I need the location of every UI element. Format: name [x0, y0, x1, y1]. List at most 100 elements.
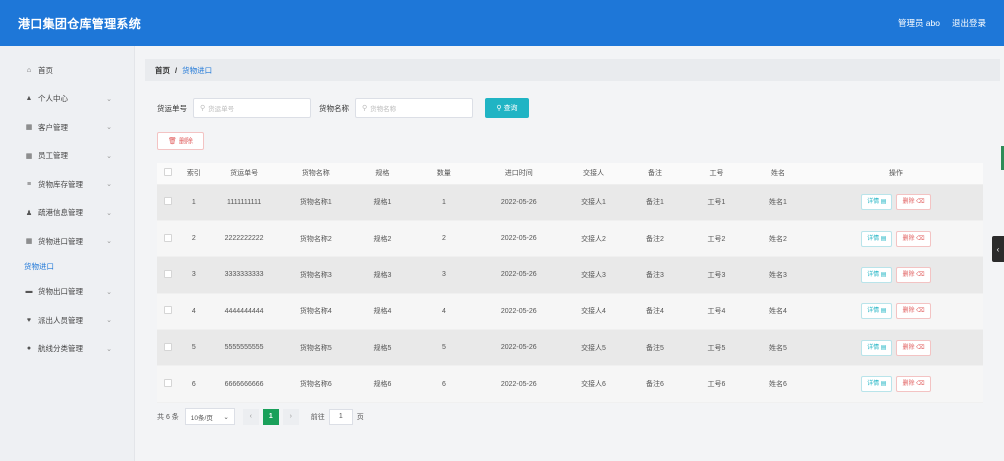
- detail-button[interactable]: 详情 ▤: [861, 230, 893, 247]
- search-icon: ⚲: [496, 105, 502, 112]
- import-table: 索引 货运单号 货物名称 规格 数量 进口时间 交接人 备注 工号 姓名 操作 1 111111111…: [157, 163, 983, 403]
- grid-icon: ▦: [25, 238, 33, 246]
- breadcrumb-separator: /: [175, 65, 178, 75]
- chevron-down-icon: ⌄: [106, 345, 112, 353]
- table-cell: 3333333333: [208, 256, 280, 294]
- table-cell: 2022-05-26: [474, 293, 563, 331]
- row-delete-button[interactable]: 删除 ⌫: [896, 376, 931, 393]
- table-cell: 3: [413, 256, 475, 294]
- column-header: 索引: [179, 163, 209, 185]
- goods-name-input[interactable]: ⚲ 货物名称: [355, 98, 473, 118]
- collapse-tab[interactable]: ‹: [992, 236, 1004, 262]
- table-cell: 交接人3: [562, 256, 625, 294]
- detail-button[interactable]: 详情 ▤: [861, 194, 893, 211]
- table-cell: 交接人2: [562, 220, 625, 258]
- table-cell: 规格4: [351, 293, 414, 331]
- detail-button[interactable]: 详情 ▤: [861, 376, 893, 393]
- table-cell: 2022-05-26: [474, 256, 563, 294]
- chevron-down-icon: ⌄: [106, 238, 112, 246]
- sidebar-item[interactable]: ≡ 货物库存管理 ⌄: [0, 170, 134, 199]
- table-cell: 交接人1: [562, 184, 625, 221]
- chevron-down-icon: ⌄: [106, 209, 112, 217]
- detail-button[interactable]: 详情 ▤: [861, 339, 893, 356]
- table-row: 1 1111111111 货物名称1 规格1 1 2022-05-26 交接人1 备注1 工号1…: [157, 184, 983, 221]
- table-cell: 姓名2: [747, 220, 809, 258]
- goto-page-input[interactable]: 1: [328, 408, 353, 425]
- search-icon: ⚲: [200, 105, 206, 112]
- goods-name-label: 货物名称: [319, 103, 349, 113]
- detail-button[interactable]: 详情 ▤: [861, 303, 893, 320]
- detail-label: 详情: [867, 235, 880, 242]
- table-cell: 姓名1: [747, 184, 809, 221]
- row-delete-button[interactable]: 删除 ⌫: [896, 266, 931, 283]
- page-number-button[interactable]: 1: [262, 408, 279, 425]
- sidebar-item[interactable]: ▦ 货物进口管理 ⌄: [0, 227, 134, 256]
- column-header[interactable]: [157, 163, 180, 185]
- document-icon: ▤: [879, 235, 887, 242]
- delete-label: 删除: [902, 308, 915, 315]
- pagination: 共 6 条 10条/页 ⌄ ‹ 1 › 前往 1 页: [157, 408, 364, 425]
- next-page-button[interactable]: ›: [282, 408, 299, 425]
- table-cell: 货物名称1: [279, 184, 352, 221]
- row-actions: 详情 ▤ 删除 ⌫: [808, 293, 983, 331]
- batch-delete-button[interactable]: 🗑 删除: [157, 132, 204, 150]
- delete-label: 删除: [902, 344, 915, 351]
- chevron-down-icon: ⌄: [106, 181, 112, 189]
- row-checkbox[interactable]: [164, 233, 173, 242]
- table-cell: 规格3: [351, 256, 414, 294]
- sidebar-item[interactable]: ▬ 货物出口管理 ⌄: [0, 278, 134, 307]
- table-cell: 工号2: [685, 220, 748, 258]
- table-cell: 1111111111: [208, 184, 280, 221]
- breadcrumb-home[interactable]: 首页: [155, 65, 170, 76]
- row-checkbox[interactable]: [164, 269, 173, 278]
- table-cell: 备注3: [624, 256, 686, 294]
- page-size-select[interactable]: 10条/页 ⌄: [184, 408, 235, 425]
- search-icon: ⚲: [362, 105, 368, 112]
- goods-name-placeholder: 货物名称: [370, 106, 397, 113]
- chevron-down-icon: ⌄: [106, 124, 112, 132]
- chevron-down-icon: ⌄: [106, 317, 112, 325]
- trash-icon: ⌫: [914, 308, 925, 315]
- query-label: 查询: [503, 105, 518, 112]
- row-checkbox[interactable]: [164, 342, 173, 351]
- column-header: 货运单号: [208, 163, 280, 185]
- table-row: 6 6666666666 货物名称6 规格6 6 2022-05-26 交接人6 备注6 工号6…: [157, 365, 983, 403]
- row-checkbox[interactable]: [164, 306, 173, 315]
- detail-button[interactable]: 详情 ▤: [861, 266, 893, 283]
- table-cell: 1: [179, 184, 209, 221]
- row-delete-button[interactable]: 删除 ⌫: [896, 339, 931, 356]
- document-icon: ▤: [879, 199, 887, 206]
- page-unit-label: 页: [356, 413, 364, 421]
- table-cell: 工号5: [685, 329, 748, 367]
- column-header: 货物名称: [279, 163, 352, 185]
- sidebar-item[interactable]: ▲ 个人中心 ⌄: [0, 85, 134, 114]
- admin-name[interactable]: 管理员 abo: [898, 17, 940, 29]
- row-delete-button[interactable]: 删除 ⌫: [896, 230, 931, 247]
- document-icon: ▤: [879, 381, 887, 388]
- row-checkbox[interactable]: [164, 197, 173, 206]
- sidebar-subitem-active[interactable]: 货物进口: [0, 256, 134, 278]
- table-cell: 6: [179, 365, 209, 403]
- prev-page-button[interactable]: ‹: [242, 408, 259, 425]
- logout-link[interactable]: 退出登录: [952, 17, 986, 29]
- waybill-input[interactable]: ⚲ 货运单号: [193, 98, 311, 118]
- sidebar-item[interactable]: ♥ 派出人员管理 ⌄: [0, 306, 134, 335]
- row-delete-button[interactable]: 删除 ⌫: [896, 194, 931, 211]
- sidebar-item[interactable]: ● 航线分类管理 ⌄: [0, 335, 134, 364]
- select-all-checkbox[interactable]: [164, 168, 173, 177]
- delete-label: 删除: [902, 235, 915, 242]
- sidebar-item[interactable]: ▦ 员工管理 ⌄: [0, 142, 134, 171]
- trash-icon: 🗑: [168, 138, 177, 145]
- table-cell: 交接人6: [562, 365, 625, 403]
- query-button[interactable]: ⚲ 查询: [485, 98, 529, 118]
- table-cell: 6: [413, 365, 475, 403]
- row-checkbox[interactable]: [164, 379, 173, 388]
- row-delete-button[interactable]: 删除 ⌫: [896, 303, 931, 320]
- table-row: 2 2222222222 货物名称2 规格2 2 2022-05-26 交接人2 备注2 工号2…: [157, 220, 983, 258]
- sidebar-item[interactable]: ▦ 客户管理 ⌄: [0, 113, 134, 142]
- sidebar-item[interactable]: ♟ 疏港信息管理 ⌄: [0, 199, 134, 228]
- table-cell: 姓名4: [747, 293, 809, 331]
- table-cell: 姓名3: [747, 256, 809, 294]
- sidebar-item[interactable]: ⌂ 首页: [0, 56, 134, 85]
- user-icon: ▲: [25, 95, 33, 103]
